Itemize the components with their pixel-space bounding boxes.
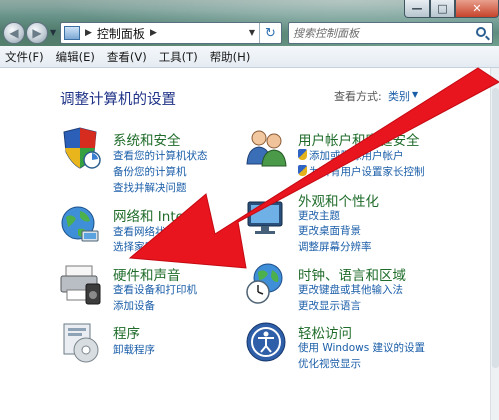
link-add-remove-accounts-label: 添加或删除用户帐户 (309, 150, 404, 162)
category-system-security[interactable]: 系统和安全 (113, 129, 181, 149)
link-change-display-language[interactable]: 更改显示语言 (298, 298, 361, 313)
link-uninstall-program[interactable]: 卸载程序 (113, 342, 155, 357)
link-view-network-status[interactable]: 查看网络状态和任务 (113, 224, 208, 239)
link-change-keyboard[interactable]: 更改键盘或其他输入法 (298, 282, 403, 297)
view-by-dropdown[interactable]: 类别 (388, 88, 410, 104)
menu-help[interactable]: 帮助(H) (204, 49, 257, 65)
breadcrumb-arrow[interactable]: ▶ (150, 28, 157, 38)
link-add-remove-accounts[interactable]: 添加或删除用户帐户 (298, 148, 404, 163)
back-button[interactable]: ◀ (3, 22, 25, 44)
hardware-sound-icon[interactable] (58, 262, 102, 306)
clock-language-region-icon[interactable] (244, 262, 288, 306)
refresh-button[interactable]: ↻ (259, 23, 281, 43)
search-box[interactable] (288, 22, 493, 44)
view-by-label: 查看方式: (334, 90, 382, 103)
menu-edit[interactable]: 编辑(E) (50, 49, 101, 65)
system-security-icon[interactable] (58, 126, 102, 170)
vertical-scrollbar[interactable] (490, 68, 499, 420)
page-title: 调整计算机的设置 (60, 92, 176, 108)
search-icon[interactable] (476, 27, 486, 37)
link-add-device[interactable]: 添加设备 (113, 298, 155, 313)
network-internet-icon[interactable] (58, 203, 102, 247)
uac-shield-icon (298, 165, 307, 176)
scrollbar-thumb[interactable] (492, 88, 499, 368)
menu-bar: 文件(F) 编辑(E) 查看(V) 工具(T) 帮助(H) (0, 46, 499, 68)
link-parental-controls-label: 为所有用户设置家长控制 (309, 166, 425, 178)
address-bar[interactable]: ▶ 控制面板 ▶ ▼ ↻ (60, 22, 282, 44)
window-controls: — □ ✕ (404, 0, 499, 18)
search-input[interactable] (293, 25, 463, 41)
category-network-internet[interactable]: 网络和 Internet (113, 205, 211, 225)
menu-view[interactable]: 查看(V) (101, 49, 153, 65)
ease-of-access-icon[interactable] (244, 320, 288, 364)
maximize-button[interactable]: □ (430, 0, 455, 18)
link-backup-computer[interactable]: 备份您的计算机 (113, 164, 187, 179)
link-optimize-visual-display[interactable]: 优化视觉显示 (298, 356, 361, 371)
minimize-button[interactable]: — (404, 0, 430, 18)
uac-shield-icon (298, 149, 307, 160)
link-recommended-settings[interactable]: 使用 Windows 建议的设置 (298, 340, 425, 355)
address-dropdown-icon[interactable]: ▼ (249, 28, 255, 37)
link-screen-resolution[interactable]: 调整屏幕分辨率 (298, 239, 372, 254)
category-clock-language-region[interactable]: 时钟、语言和区域 (298, 264, 406, 284)
back-arrow-icon: ◀ (9, 26, 19, 40)
forward-button[interactable]: ▶ (26, 22, 48, 44)
link-troubleshoot[interactable]: 查找并解决问题 (113, 180, 187, 195)
category-programs[interactable]: 程序 (113, 322, 140, 342)
breadcrumb-separator[interactable]: ▶ (85, 28, 92, 38)
menu-tools[interactable]: 工具(T) (153, 49, 204, 65)
appearance-icon[interactable] (244, 196, 288, 240)
programs-icon[interactable] (58, 320, 102, 364)
link-parental-controls[interactable]: 为所有用户设置家长控制 (298, 164, 425, 179)
link-change-desktop-background[interactable]: 更改桌面背景 (298, 223, 361, 238)
breadcrumb-control-panel[interactable]: 控制面板 (97, 25, 145, 42)
category-hardware-sound[interactable]: 硬件和声音 (113, 264, 181, 284)
category-appearance[interactable]: 外观和个性化 (298, 190, 379, 210)
link-devices-printers[interactable]: 查看设备和打印机 (113, 282, 197, 297)
control-panel-icon (64, 26, 80, 40)
forward-arrow-icon: ▶ (32, 26, 42, 40)
category-user-accounts[interactable]: 用户帐户和家庭安全 (298, 129, 420, 149)
chevron-down-icon[interactable]: ▼ (412, 90, 418, 99)
category-ease-of-access[interactable]: 轻松访问 (298, 322, 352, 342)
close-button[interactable]: ✕ (455, 0, 499, 18)
menu-file[interactable]: 文件(F) (0, 49, 50, 65)
recent-pages-dropdown[interactable]: ▼ (50, 28, 60, 37)
link-homegroup-sharing[interactable]: 选择家庭组和共享选项 (113, 239, 218, 254)
link-change-theme[interactable]: 更改主题 (298, 208, 340, 223)
user-accounts-icon[interactable] (244, 126, 288, 170)
refresh-icon: ↻ (265, 25, 276, 41)
link-view-computer-status[interactable]: 查看您的计算机状态 (113, 148, 208, 163)
